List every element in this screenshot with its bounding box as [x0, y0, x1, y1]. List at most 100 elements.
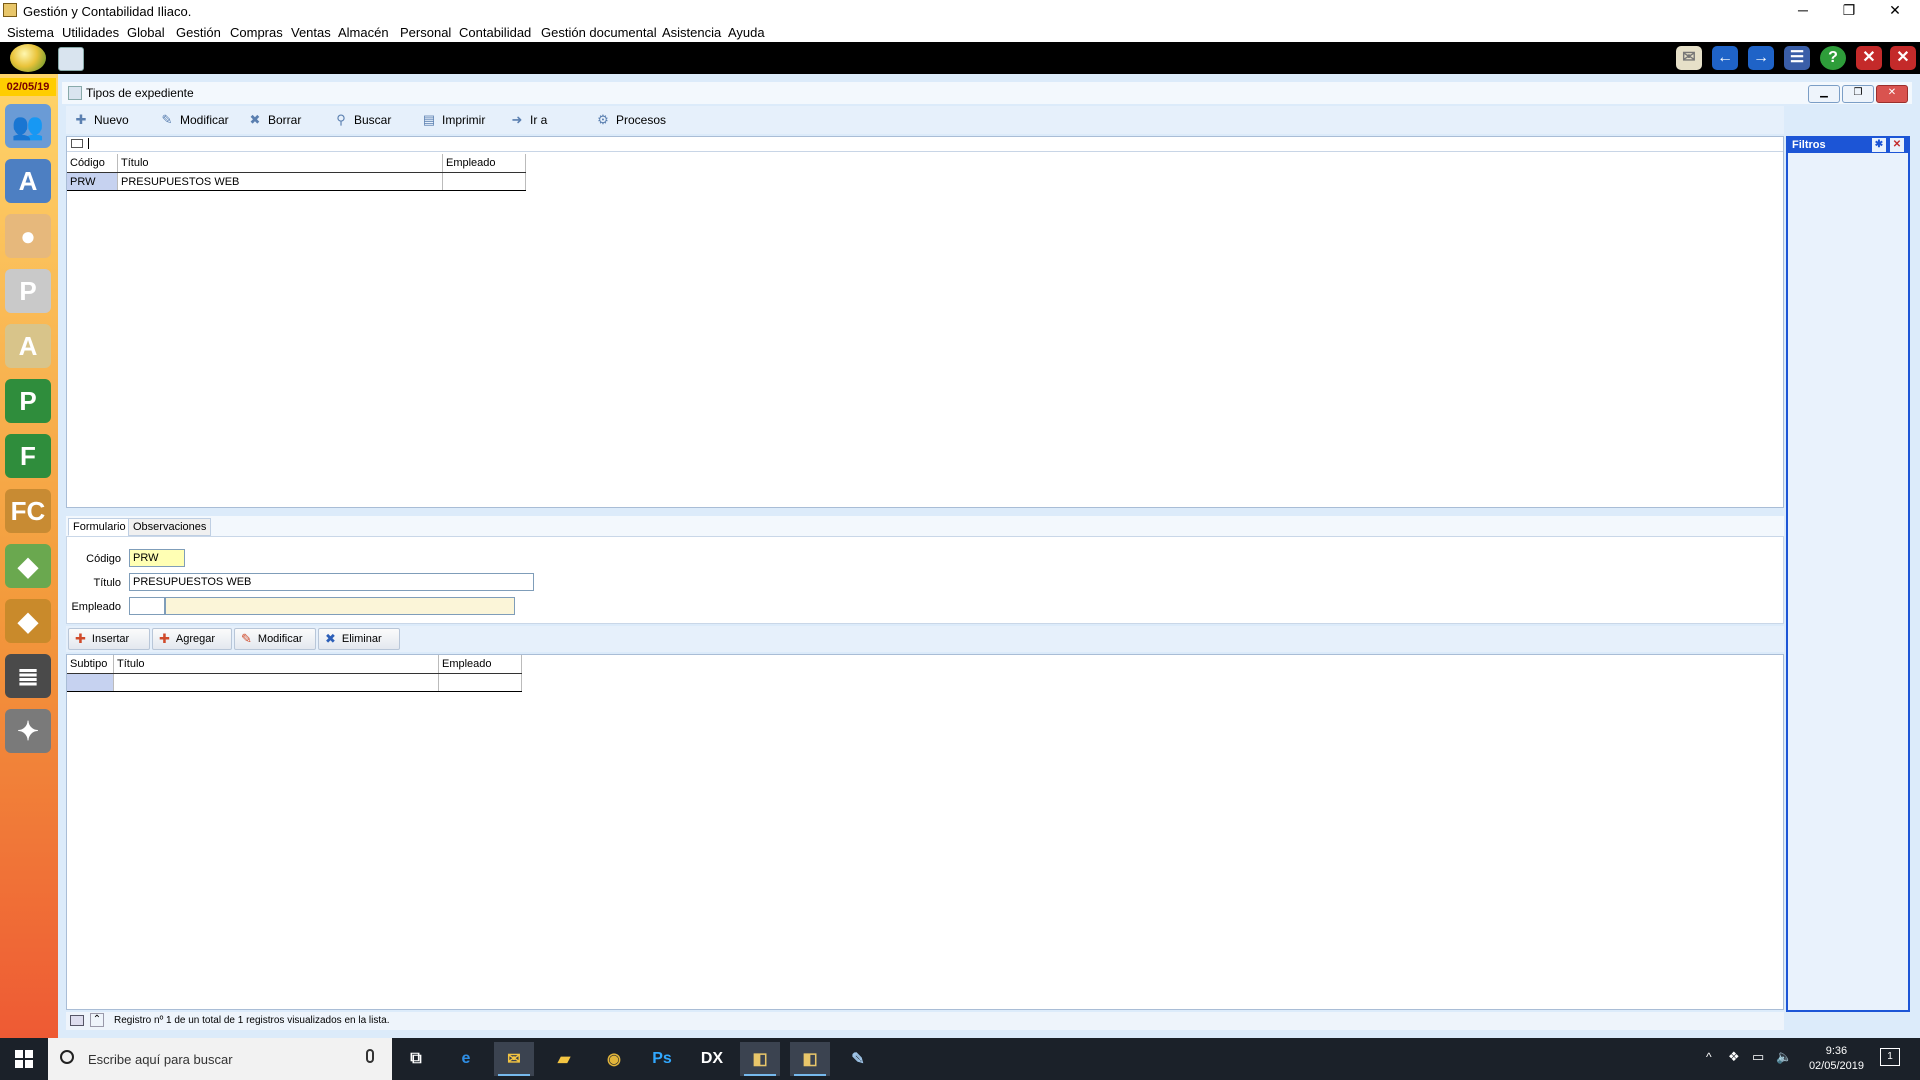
clock[interactable]: 9:36 02/05/2019 [1809, 1044, 1864, 1074]
agenda-icon[interactable]: A [5, 159, 51, 203]
menu-icon[interactable]: ☰ [1784, 46, 1810, 70]
menu-item-sistema[interactable]: Sistema [7, 25, 54, 40]
letter-fc-icon[interactable]: FC [5, 489, 51, 533]
menu-item-global[interactable]: Global [127, 25, 165, 40]
imprimir-label: Imprimir [442, 113, 486, 127]
mdi-minimize-button[interactable]: ▁ [1808, 85, 1840, 103]
forward-arrow-icon[interactable]: → [1748, 46, 1774, 70]
list-view-icon[interactable] [71, 139, 83, 148]
home-globe-icon[interactable] [10, 44, 46, 72]
tools-icon[interactable]: ✦ [5, 709, 51, 753]
imprimir-button[interactable]: ▤ Imprimir [420, 110, 485, 130]
insertar-button[interactable]: ✚ Insertar [68, 628, 150, 650]
active-indicator [794, 1074, 826, 1076]
dx-icon[interactable]: DX [692, 1042, 732, 1076]
column-header-empleado[interactable]: Empleado [442, 154, 526, 173]
paint-icon[interactable]: ✎ [838, 1042, 878, 1076]
chevron-up-icon[interactable]: ⌃ [90, 1013, 104, 1027]
menu-item-gestión-documental[interactable]: Gestión documental [541, 25, 657, 40]
borrar-button[interactable]: ✖ Borrar [246, 110, 302, 130]
iliaco-app-2-icon[interactable]: ◧ [790, 1042, 830, 1076]
table-row[interactable] [67, 673, 522, 692]
modificar-button[interactable]: ✎ Modificar [158, 110, 229, 130]
bag-icon[interactable]: ◆ [5, 544, 51, 588]
status-bar: ⌃ Registro nº 1 de un total de 1 registr… [66, 1012, 1784, 1030]
tab-observaciones[interactable]: Observaciones [128, 518, 212, 536]
menu-item-contabilidad[interactable]: Contabilidad [459, 25, 531, 40]
network-icon[interactable]: ▭ [1752, 1049, 1764, 1065]
close-window-icon[interactable]: ✕ [1856, 46, 1882, 70]
status-view-icon[interactable] [70, 1015, 84, 1026]
document-window-title: Tipos de expediente [86, 86, 194, 100]
column-header-empleado[interactable]: Empleado [438, 655, 522, 674]
close-button[interactable]: ✕ [1872, 0, 1918, 22]
codigo-field[interactable] [129, 549, 185, 567]
window-title: Gestión y Contabilidad Iliaco. [23, 4, 192, 19]
eliminar-button[interactable]: ✖ Eliminar [318, 628, 400, 650]
minimize-button[interactable]: ─ [1780, 0, 1826, 22]
search-placeholder: Escribe aquí para buscar [88, 1052, 233, 1067]
user-icon[interactable]: ● [5, 214, 51, 258]
procesos-button[interactable]: ⚙ Procesos [594, 110, 666, 130]
taskbar-search[interactable]: Escribe aquí para buscar [48, 1038, 392, 1080]
titulo-field[interactable] [129, 573, 534, 591]
close-all-icon[interactable]: ✕ [1890, 46, 1916, 70]
column-header-subtipo[interactable]: Subtipo [67, 655, 114, 674]
menu-item-ayuda[interactable]: Ayuda [728, 25, 765, 40]
user-p-icon[interactable]: P [5, 269, 51, 313]
menu-item-almacén[interactable]: Almacén [338, 25, 389, 40]
menu-item-compras[interactable]: Compras [230, 25, 283, 40]
explorer-icon[interactable]: ▰ [544, 1042, 584, 1076]
taskbar: Escribe aquí para buscar ⧉ e ✉ ▰ ◉ Ps DX ◧ ◧ ✎ ^ … [0, 1038, 1920, 1080]
column-header-código[interactable]: Código [67, 154, 118, 173]
notifications-icon[interactable]: 1 [1880, 1048, 1900, 1066]
menu-item-gestión[interactable]: Gestión [176, 25, 221, 40]
start-button[interactable] [0, 1038, 48, 1080]
documents-icon[interactable] [58, 47, 84, 71]
dropbox-icon[interactable]: ❖ [1728, 1049, 1740, 1065]
edge-icon[interactable]: e [446, 1042, 486, 1076]
list-icon[interactable]: ≣ [5, 654, 51, 698]
buscar-button[interactable]: ⚲ Buscar [332, 110, 391, 130]
nuevo-button[interactable]: ✚ Nuevo [72, 110, 129, 130]
active-indicator [744, 1074, 776, 1076]
column-header-título[interactable]: Título [117, 154, 443, 173]
column-header-título[interactable]: Título [113, 655, 439, 674]
menu-item-ventas[interactable]: Ventas [291, 25, 331, 40]
menu-item-personal[interactable]: Personal [400, 25, 451, 40]
ir-a-button[interactable]: ➜ Ir a [508, 110, 548, 130]
volume-icon[interactable]: 🔈 [1776, 1049, 1792, 1065]
pin-icon[interactable]: ✱ [1872, 138, 1886, 152]
back-arrow-icon[interactable]: ← [1712, 46, 1738, 70]
microphone-icon[interactable] [366, 1049, 374, 1063]
mdi-close-button[interactable]: ✕ [1876, 85, 1908, 103]
menu-item-asistencia[interactable]: Asistencia [662, 25, 721, 40]
user-a-icon[interactable]: A [5, 324, 51, 368]
photoshop-icon[interactable]: Ps [642, 1042, 682, 1076]
empleado-code-field[interactable] [129, 597, 165, 615]
main-toolbar: ✉ ← → ☰ ? ✕ ✕ [0, 42, 1920, 74]
modificar-detalle-button[interactable]: ✎ Modificar [234, 628, 316, 650]
users-icon[interactable]: 👥 [5, 104, 51, 148]
letter-f-icon[interactable]: F [5, 434, 51, 478]
task-view-icon[interactable]: ⧉ [396, 1042, 436, 1076]
tab-formulario[interactable]: Formulario [68, 518, 131, 536]
chrome-icon[interactable]: ◉ [594, 1042, 634, 1076]
letter-p-icon[interactable]: P [5, 379, 51, 423]
agregar-button[interactable]: ✚ Agregar [152, 628, 232, 650]
cortana-circle-icon [60, 1050, 74, 1064]
new-icon: ✚ [75, 112, 87, 127]
mail-icon[interactable]: ✉ [1676, 46, 1702, 70]
menu-item-utilidades[interactable]: Utilidades [62, 25, 119, 40]
mail-app-icon[interactable]: ✉ [494, 1042, 534, 1076]
iliaco-app-icon[interactable]: ◧ [740, 1042, 780, 1076]
restore-button[interactable]: ❐ [1826, 0, 1872, 22]
filters-close-icon[interactable]: ✕ [1890, 138, 1904, 152]
tray-chevron-icon[interactable]: ^ [1706, 1050, 1712, 1064]
table-cell: PRW [67, 172, 118, 191]
box-icon[interactable]: ◆ [5, 599, 51, 643]
mdi-restore-button[interactable]: ❐ [1842, 85, 1874, 103]
table-row[interactable]: PRW PRESUPUESTOS WEB [67, 172, 526, 191]
filters-header: Filtros ✱ ✕ [1788, 137, 1908, 153]
help-icon[interactable]: ? [1820, 46, 1846, 70]
